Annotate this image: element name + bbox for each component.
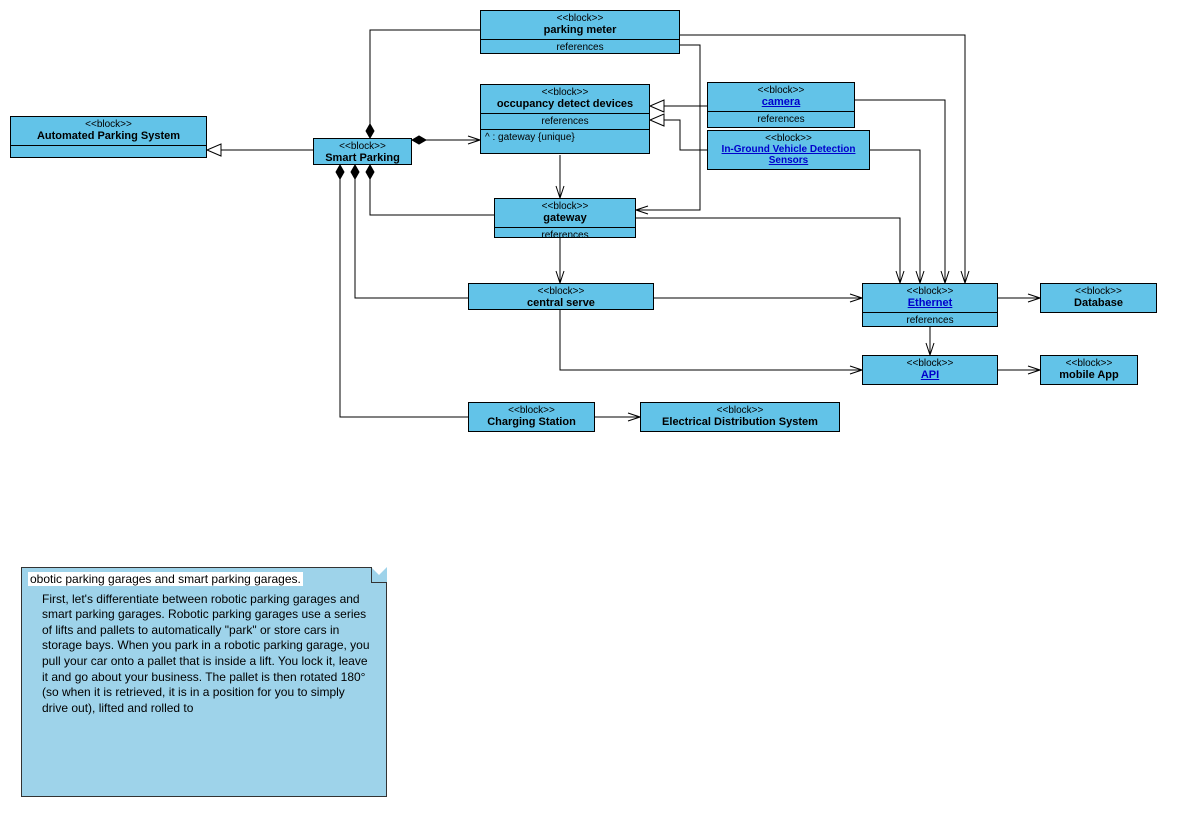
block-name: occupancy detect devices <box>481 98 649 113</box>
block-name: Electrical Distribution System <box>641 416 839 431</box>
stereotype: <<block>> <box>469 284 653 297</box>
stereotype: <<block>> <box>495 199 635 212</box>
block-charging-station[interactable]: <<block>> Charging Station <box>468 402 595 432</box>
block-api[interactable]: <<block>> API <box>862 355 998 385</box>
stereotype: <<block>> <box>863 356 997 369</box>
block-name: parking meter <box>481 24 679 39</box>
stereotype: <<block>> <box>708 131 869 144</box>
block-central-serve[interactable]: <<block>> central serve <box>468 283 654 310</box>
references-label: references <box>481 40 679 55</box>
stereotype: <<block>> <box>314 139 411 152</box>
block-name: Ethernet <box>863 297 997 312</box>
block-parking-meter[interactable]: <<block>> parking meter references <box>480 10 680 54</box>
stereotype: <<block>> <box>481 11 679 24</box>
note-body: First, let's differentiate between robot… <box>28 588 380 717</box>
stereotype: <<block>> <box>641 403 839 416</box>
stereotype: <<block>> <box>1041 356 1137 369</box>
block-name: gateway <box>495 212 635 227</box>
block-mobile-app[interactable]: <<block>> mobile App <box>1040 355 1138 385</box>
stereotype: <<block>> <box>863 284 997 297</box>
block-in-ground-sensors[interactable]: <<block>> In-Ground Vehicle Detection Se… <box>707 130 870 170</box>
references-label: references <box>863 313 997 328</box>
stereotype: <<block>> <box>708 83 854 96</box>
note-title: obotic parking garages and smart parking… <box>28 572 303 586</box>
block-database[interactable]: <<block>> Database <box>1040 283 1157 313</box>
stereotype: <<block>> <box>481 85 649 98</box>
stereotype: <<block>> <box>1041 284 1156 297</box>
block-name: camera <box>708 96 854 111</box>
block-camera[interactable]: <<block>> camera references <box>707 82 855 128</box>
block-name: Smart Parking <box>314 152 411 167</box>
block-ethernet[interactable]: <<block>> Ethernet references <box>862 283 998 327</box>
block-name: Charging Station <box>469 416 594 431</box>
block-name: central serve <box>469 297 653 312</box>
references-label: references <box>708 112 854 127</box>
block-name: mobile App <box>1041 369 1137 384</box>
block-electrical-distribution[interactable]: <<block>> Electrical Distribution System <box>640 402 840 432</box>
stereotype: <<block>> <box>469 403 594 416</box>
block-name: Automated Parking System <box>11 130 206 145</box>
references-label: references <box>481 114 649 129</box>
block-occupancy-detect-devices[interactable]: <<block>> occupancy detect devices refer… <box>480 84 650 154</box>
block-name: API <box>863 369 997 384</box>
references-label: references <box>495 228 635 238</box>
block-gateway[interactable]: <<block>> gateway references <box>494 198 636 238</box>
stereotype: <<block>> <box>11 117 206 130</box>
property-gateway-unique: ^ : gateway {unique} <box>481 130 649 145</box>
block-name: Database <box>1041 297 1156 312</box>
block-automated-parking-system[interactable]: <<block>> Automated Parking System <box>10 116 207 158</box>
block-name: In-Ground Vehicle Detection Sensors <box>708 144 869 169</box>
block-smart-parking[interactable]: <<block>> Smart Parking <box>313 138 412 165</box>
note-robotic-vs-smart[interactable]: obotic parking garages and smart parking… <box>21 567 387 797</box>
